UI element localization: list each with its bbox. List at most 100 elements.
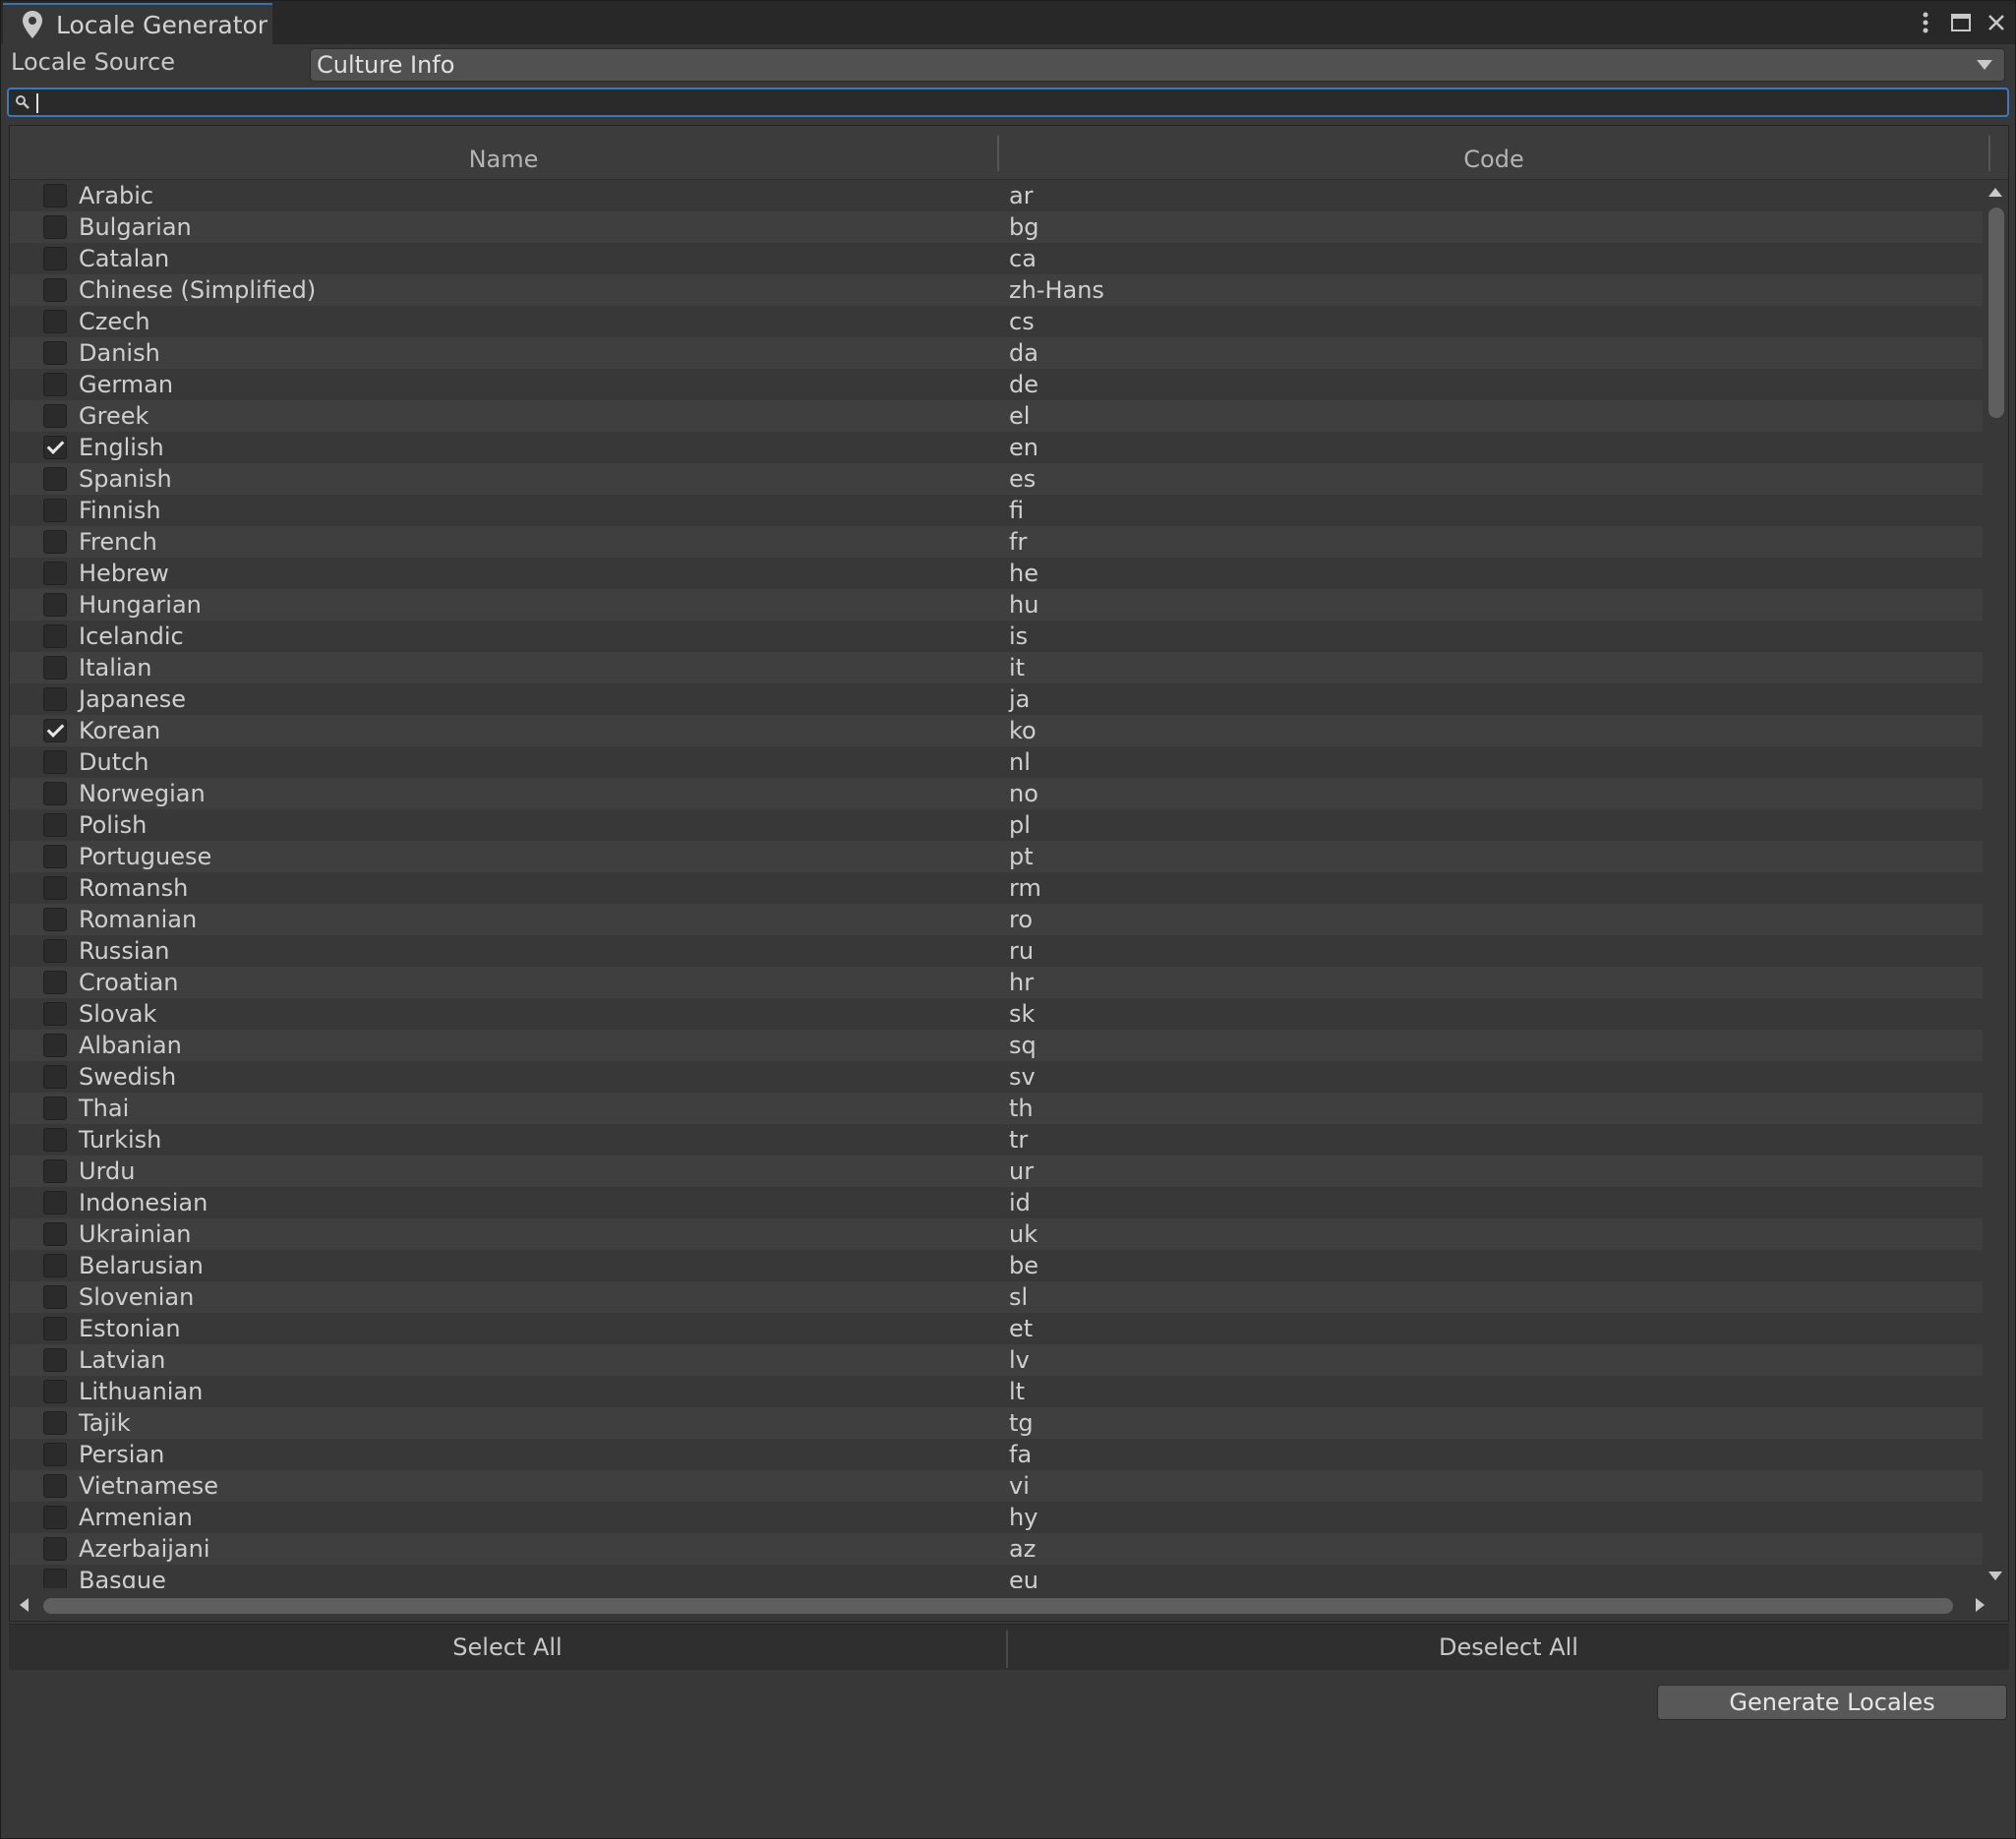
locale-checkbox[interactable] — [43, 813, 67, 837]
table-row[interactable]: Latvian lv — [10, 1344, 1983, 1376]
locale-checkbox[interactable] — [43, 908, 67, 931]
table-row[interactable]: Catalan ca — [10, 243, 1983, 274]
locale-checkbox[interactable] — [43, 593, 67, 617]
table-row[interactable]: Urdu ur — [10, 1156, 1983, 1187]
table-row[interactable]: Portuguese pt — [10, 841, 1983, 872]
table-row[interactable]: Danish da — [10, 337, 1983, 369]
table-row[interactable]: Azerbaijani az — [10, 1533, 1983, 1565]
table-row[interactable]: French fr — [10, 526, 1983, 558]
table-row[interactable]: Slovenian sl — [10, 1281, 1983, 1313]
table-row[interactable]: Croatian hr — [10, 967, 1983, 998]
locale-checkbox[interactable] — [43, 1474, 67, 1498]
table-row[interactable]: Italian it — [10, 652, 1983, 683]
table-row[interactable]: Estonian et — [10, 1313, 1983, 1344]
scroll-down-icon[interactable] — [1988, 1572, 2002, 1580]
locale-checkbox[interactable] — [43, 750, 67, 774]
table-row[interactable]: Romanian ro — [10, 904, 1983, 935]
locale-checkbox[interactable] — [43, 278, 67, 302]
vertical-scroll-thumb[interactable] — [1988, 208, 2004, 418]
locale-checkbox[interactable] — [43, 499, 67, 522]
locale-checkbox[interactable] — [43, 1159, 67, 1183]
deselect-all-button[interactable]: Deselect All — [1008, 1625, 2009, 1670]
locale-checkbox[interactable] — [43, 845, 67, 868]
vertical-scrollbar[interactable] — [1983, 180, 2008, 1588]
locale-checkbox[interactable] — [43, 1348, 67, 1372]
table-row[interactable]: Arabic ar — [10, 180, 1983, 211]
table-row[interactable]: Lithuanian lt — [10, 1376, 1983, 1407]
locale-source-dropdown[interactable]: Culture Info — [310, 48, 2005, 82]
locale-checkbox[interactable] — [43, 1002, 67, 1026]
locale-checkbox[interactable] — [43, 215, 67, 239]
scroll-left-icon[interactable] — [20, 1598, 29, 1612]
table-row[interactable]: Albanian sq — [10, 1030, 1983, 1061]
table-row[interactable]: Hebrew he — [10, 558, 1983, 589]
more-options-icon[interactable] — [1915, 11, 1936, 34]
locale-checkbox[interactable] — [43, 1254, 67, 1277]
table-row[interactable]: Romansh rm — [10, 872, 1983, 904]
locale-checkbox[interactable] — [43, 656, 67, 680]
table-row[interactable]: Thai th — [10, 1093, 1983, 1124]
locale-checkbox[interactable] — [43, 373, 67, 396]
table-row[interactable]: Ukrainian uk — [10, 1218, 1983, 1250]
table-row[interactable]: Japanese ja — [10, 683, 1983, 715]
locale-checkbox[interactable] — [43, 1443, 67, 1466]
locale-checkbox[interactable] — [43, 310, 67, 333]
locale-checkbox[interactable] — [43, 1191, 67, 1215]
select-all-button[interactable]: Select All — [9, 1625, 1006, 1670]
locale-checkbox[interactable] — [43, 687, 67, 711]
locale-checkbox[interactable] — [43, 971, 67, 994]
locale-checkbox[interactable] — [43, 404, 67, 428]
table-row[interactable]: Hungarian hu — [10, 589, 1983, 621]
locale-checkbox[interactable] — [43, 1065, 67, 1089]
locale-checkbox[interactable] — [43, 530, 67, 554]
locale-checkbox[interactable] — [43, 1097, 67, 1120]
table-row[interactable]: Swedish sv — [10, 1061, 1983, 1093]
table-row[interactable]: Basque eu — [10, 1565, 1983, 1588]
table-row[interactable]: Persian fa — [10, 1439, 1983, 1470]
locale-checkbox[interactable] — [43, 1222, 67, 1246]
table-row[interactable]: Korean ko — [10, 715, 1983, 746]
table-row[interactable]: German de — [10, 369, 1983, 400]
locale-checkbox[interactable] — [43, 719, 67, 742]
generate-locales-button[interactable]: Generate Locales — [1657, 1685, 2007, 1720]
locale-checkbox[interactable] — [43, 1569, 67, 1588]
maximize-icon[interactable] — [1950, 11, 1972, 34]
column-header-name[interactable]: Name — [10, 146, 997, 173]
horizontal-scroll-thumb[interactable] — [43, 1598, 1953, 1614]
table-row[interactable]: English en — [10, 432, 1983, 463]
table-row[interactable]: Vietnamese vi — [10, 1470, 1983, 1502]
column-resize-handle[interactable] — [1988, 136, 1990, 171]
locale-checkbox[interactable] — [43, 436, 67, 459]
close-icon[interactable] — [1986, 11, 2007, 34]
locale-checkbox[interactable] — [43, 876, 67, 900]
scroll-right-icon[interactable] — [1976, 1598, 1985, 1612]
table-row[interactable]: Slovak sk — [10, 998, 1983, 1030]
table-row[interactable]: Turkish tr — [10, 1124, 1983, 1156]
locale-checkbox[interactable] — [43, 1506, 67, 1529]
locale-checkbox[interactable] — [43, 562, 67, 585]
table-row[interactable]: Armenian hy — [10, 1502, 1983, 1533]
locale-checkbox[interactable] — [43, 939, 67, 963]
locale-checkbox[interactable] — [43, 1317, 67, 1340]
table-row[interactable]: Dutch nl — [10, 746, 1983, 778]
table-row[interactable]: Tajik tg — [10, 1407, 1983, 1439]
table-row[interactable]: Indonesian id — [10, 1187, 1983, 1218]
locale-checkbox[interactable] — [43, 184, 67, 208]
table-row[interactable]: Polish pl — [10, 809, 1983, 841]
horizontal-scrollbar[interactable] — [10, 1591, 2008, 1621]
table-row[interactable]: Russian ru — [10, 935, 1983, 967]
table-row[interactable]: Spanish es — [10, 463, 1983, 495]
table-row[interactable]: Icelandic is — [10, 621, 1983, 652]
locale-checkbox[interactable] — [43, 467, 67, 491]
locale-checkbox[interactable] — [43, 1285, 67, 1309]
locale-checkbox[interactable] — [43, 341, 67, 365]
locale-checkbox[interactable] — [43, 1537, 67, 1561]
locale-checkbox[interactable] — [43, 1411, 67, 1435]
scroll-up-icon[interactable] — [1988, 188, 2002, 197]
locale-checkbox[interactable] — [43, 1128, 67, 1152]
search-field[interactable] — [7, 88, 2009, 117]
table-row[interactable]: Belarusian be — [10, 1250, 1983, 1281]
column-header-code[interactable]: Code — [999, 146, 1988, 173]
table-row[interactable]: Czech cs — [10, 306, 1983, 337]
locale-checkbox[interactable] — [43, 624, 67, 648]
